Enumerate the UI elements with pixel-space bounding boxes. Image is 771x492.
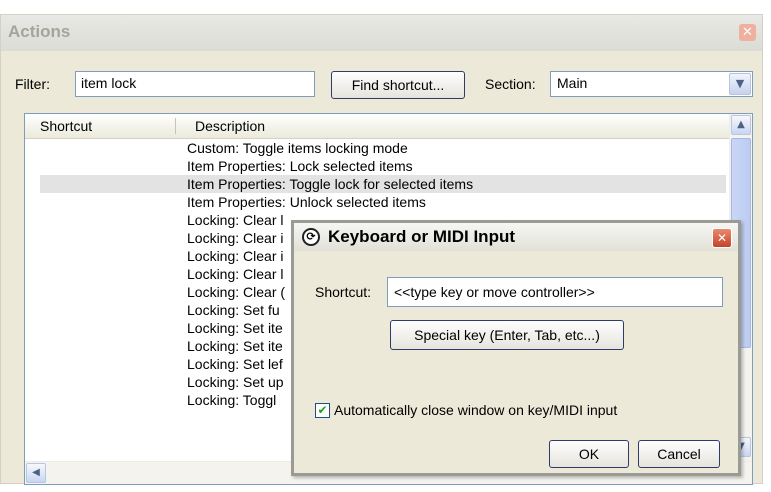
actions-window-title: Actions bbox=[8, 22, 71, 41]
shortcut-input[interactable]: <<type key or move controller>> bbox=[387, 277, 723, 307]
column-divider[interactable] bbox=[175, 118, 176, 134]
filter-label: Filter: bbox=[15, 76, 50, 92]
list-item[interactable]: Custom: Toggle items locking mode bbox=[40, 139, 726, 157]
list-item-description: Locking: Clear i bbox=[187, 248, 284, 264]
list-item-description: Locking: Toggl bbox=[187, 392, 277, 408]
list-item-description: Item Properties: Lock selected items bbox=[187, 158, 413, 174]
auto-close-label: Automatically close window on key/MIDI i… bbox=[334, 402, 618, 418]
cancel-button[interactable]: Cancel bbox=[638, 440, 720, 468]
column-header-shortcut[interactable]: Shortcut bbox=[40, 118, 92, 134]
shortcut-label: Shortcut: bbox=[315, 284, 372, 300]
ok-button[interactable]: OK bbox=[549, 440, 629, 468]
list-item-description: Locking: Set ite bbox=[187, 338, 283, 354]
find-shortcut-button[interactable]: Find shortcut... bbox=[331, 71, 465, 99]
dialog-title: Keyboard or MIDI Input bbox=[328, 227, 515, 246]
column-header-description[interactable]: Description bbox=[195, 118, 265, 134]
auto-close-checkbox[interactable]: ✔ bbox=[315, 403, 330, 418]
section-label: Section: bbox=[485, 76, 536, 92]
list-item-description: Locking: Set up bbox=[187, 374, 284, 390]
list-item[interactable]: Item Properties: Lock selected items bbox=[40, 157, 726, 175]
keyboard-midi-input-dialog: ⟳ Keyboard or MIDI Input ✕ Shortcut: <<t… bbox=[291, 220, 741, 476]
section-select[interactable]: Main ▼ bbox=[550, 71, 753, 97]
shortcut-input-text: <<type key or move controller>> bbox=[394, 284, 595, 300]
list-item-description: Locking: Clear ( bbox=[187, 284, 286, 300]
list-item[interactable]: Item Properties: Unlock selected items bbox=[40, 193, 726, 211]
scroll-left-arrow-icon[interactable]: ◀ bbox=[26, 463, 46, 483]
list-item-description: Custom: Toggle items locking mode bbox=[187, 140, 408, 156]
list-item-description: Item Properties: Unlock selected items bbox=[187, 194, 426, 210]
list-header: Shortcut Description bbox=[25, 114, 729, 139]
special-key-button[interactable]: Special key (Enter, Tab, etc...) bbox=[390, 320, 624, 350]
close-icon[interactable]: ✕ bbox=[712, 228, 732, 248]
actions-title-bar[interactable]: Actions ✕ bbox=[1, 15, 762, 51]
list-item-description: Locking: Set ite bbox=[187, 320, 283, 336]
list-item-selected[interactable]: Item Properties: Toggle lock for selecte… bbox=[40, 175, 726, 193]
list-item-description: Locking: Set fu bbox=[187, 302, 280, 318]
filter-input[interactable]: item lock bbox=[75, 71, 315, 97]
checkmark-icon: ✔ bbox=[317, 403, 328, 417]
dialog-title-bar[interactable]: ⟳ Keyboard or MIDI Input ✕ bbox=[294, 223, 738, 251]
section-selected-value: Main bbox=[557, 75, 588, 91]
close-icon[interactable]: ✕ bbox=[739, 24, 756, 41]
list-item-description: Locking: Clear l bbox=[187, 266, 284, 282]
list-item-description: Item Properties: Toggle lock for selecte… bbox=[187, 176, 474, 192]
list-item-description: Locking: Clear i bbox=[187, 230, 284, 246]
scroll-up-arrow-icon[interactable]: ▲ bbox=[731, 115, 751, 135]
list-item-description: Locking: Clear l bbox=[187, 212, 284, 228]
list-item-description: Locking: Set lef bbox=[187, 356, 283, 372]
chevron-down-icon[interactable]: ▼ bbox=[729, 73, 751, 95]
reaper-logo-icon: ⟳ bbox=[302, 228, 320, 246]
